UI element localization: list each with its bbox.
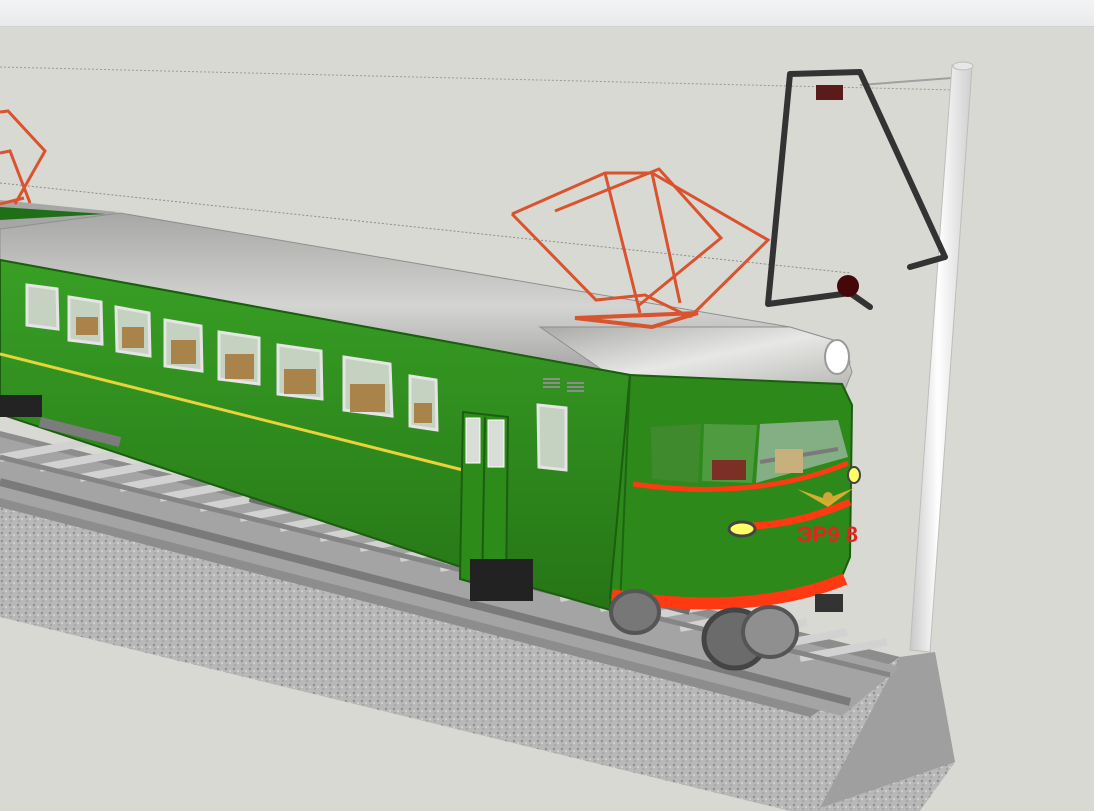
top-toolbar [0, 0, 1094, 27]
catenary-bracket [765, 69, 948, 310]
headlight-icon [824, 339, 850, 375]
scene-canvas[interactable]: ЭР9 8 [0, 27, 1094, 811]
catenary-pole [909, 61, 974, 653]
3d-viewport[interactable]: ЭР9 8 [0, 27, 1094, 811]
headlight-icon [727, 520, 757, 538]
headlight-icon [847, 466, 861, 484]
modeling-app-window: ЭР9 8 [0, 0, 1094, 811]
pantograph-icon [0, 109, 47, 206]
train-number-label: ЭР9 8 [797, 522, 858, 547]
